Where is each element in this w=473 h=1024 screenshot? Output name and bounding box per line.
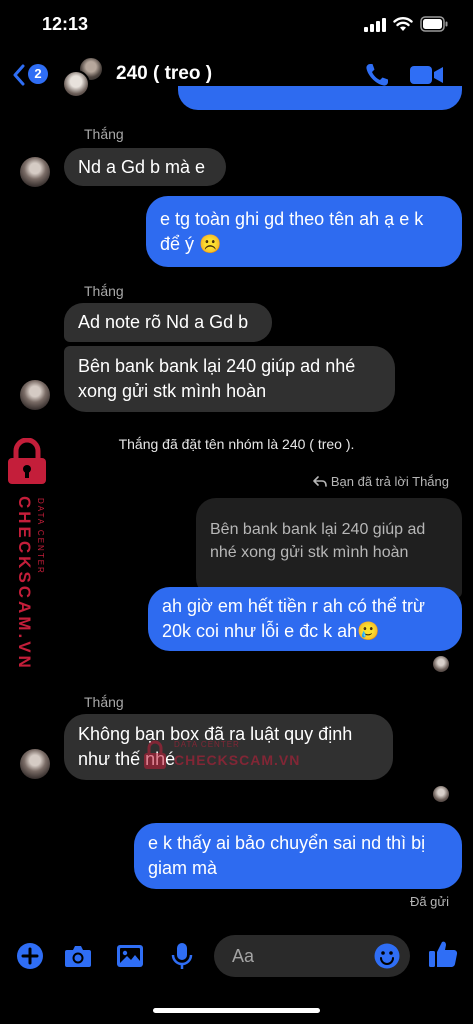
sender-name: Thắng (84, 126, 124, 142)
message-input[interactable]: Aa (214, 935, 410, 977)
lock-icon (144, 740, 166, 769)
sender-name: Thắng (84, 283, 124, 299)
message-bubble-incoming[interactable]: Bên bank bank lại 240 giúp ad nhé xong g… (64, 346, 395, 412)
signal-icon (364, 18, 386, 32)
message-bubble-incoming[interactable]: Nd a Gd b mà e (64, 148, 226, 186)
group-avatar[interactable] (62, 56, 104, 98)
sent-status: Đã gửi (409, 894, 449, 909)
system-message: Thắng đã đặt tên nhóm là 240 ( treo ). (118, 436, 355, 452)
reply-note-text: Bạn đã trả lời Thắng (330, 474, 449, 489)
avatar[interactable] (20, 380, 50, 410)
lock-icon (8, 438, 46, 484)
watermark-text: CHECKSCAM.VN (174, 752, 301, 768)
composer-bar: Aa (0, 928, 473, 984)
read-receipt-avatar (433, 786, 449, 802)
watermark-subtext: DATA CENTER (36, 498, 45, 575)
message-input-placeholder: Aa (232, 946, 255, 966)
quoted-message[interactable]: Bên bank bank lại 240 giúp ad nhé xong g… (196, 498, 462, 598)
home-indicator (153, 1008, 320, 1013)
microphone-icon[interactable] (168, 942, 196, 970)
chat-title[interactable]: 240 ( treo ) (116, 63, 212, 85)
chevron-left-icon (13, 64, 25, 86)
watermark: CHECKSCAM.VN DATA CENTER (4, 438, 54, 671)
avatar (62, 70, 90, 98)
watermark-text: CHECKSCAM.VN (15, 496, 34, 671)
video-camera-icon[interactable] (410, 64, 444, 86)
emoji-icon[interactable] (374, 943, 400, 969)
reply-icon (313, 476, 327, 487)
message-bubble-outgoing[interactable]: e k thấy ai bảo chuyển sai nd thì bị gia… (134, 823, 462, 889)
back-button[interactable]: 2 (12, 62, 52, 88)
watermark: DATA CENTER CHECKSCAM.VN (142, 738, 302, 778)
reply-note: Bạn đã trả lời Thắng (313, 474, 449, 489)
watermark-subtext: DATA CENTER (174, 740, 240, 749)
message-bubble-outgoing[interactable]: ah giờ em hết tiền r ah có thể trừ 20k c… (148, 587, 462, 651)
wifi-icon (393, 17, 413, 31)
battery-icon (420, 16, 448, 32)
unread-badge: 2 (28, 64, 48, 84)
status-bar: 12:13 (0, 0, 473, 48)
camera-icon[interactable] (64, 942, 92, 970)
sender-name: Thắng (84, 694, 124, 710)
avatar[interactable] (20, 157, 50, 187)
image-icon[interactable] (116, 942, 144, 970)
status-time: 12:13 (42, 14, 89, 34)
thumbs-up-icon[interactable] (428, 939, 458, 969)
plus-icon[interactable] (16, 942, 44, 970)
message-bubble-outgoing[interactable]: e tg toàn ghi gd theo tên ah ạ e k để ý … (146, 196, 462, 267)
read-receipt-avatar (433, 656, 449, 672)
phone-icon[interactable] (364, 62, 390, 88)
message-bubble-outgoing[interactable] (178, 86, 462, 110)
message-bubble-incoming[interactable]: Ad note rõ Nd a Gd b (64, 303, 272, 342)
avatar[interactable] (20, 749, 50, 779)
